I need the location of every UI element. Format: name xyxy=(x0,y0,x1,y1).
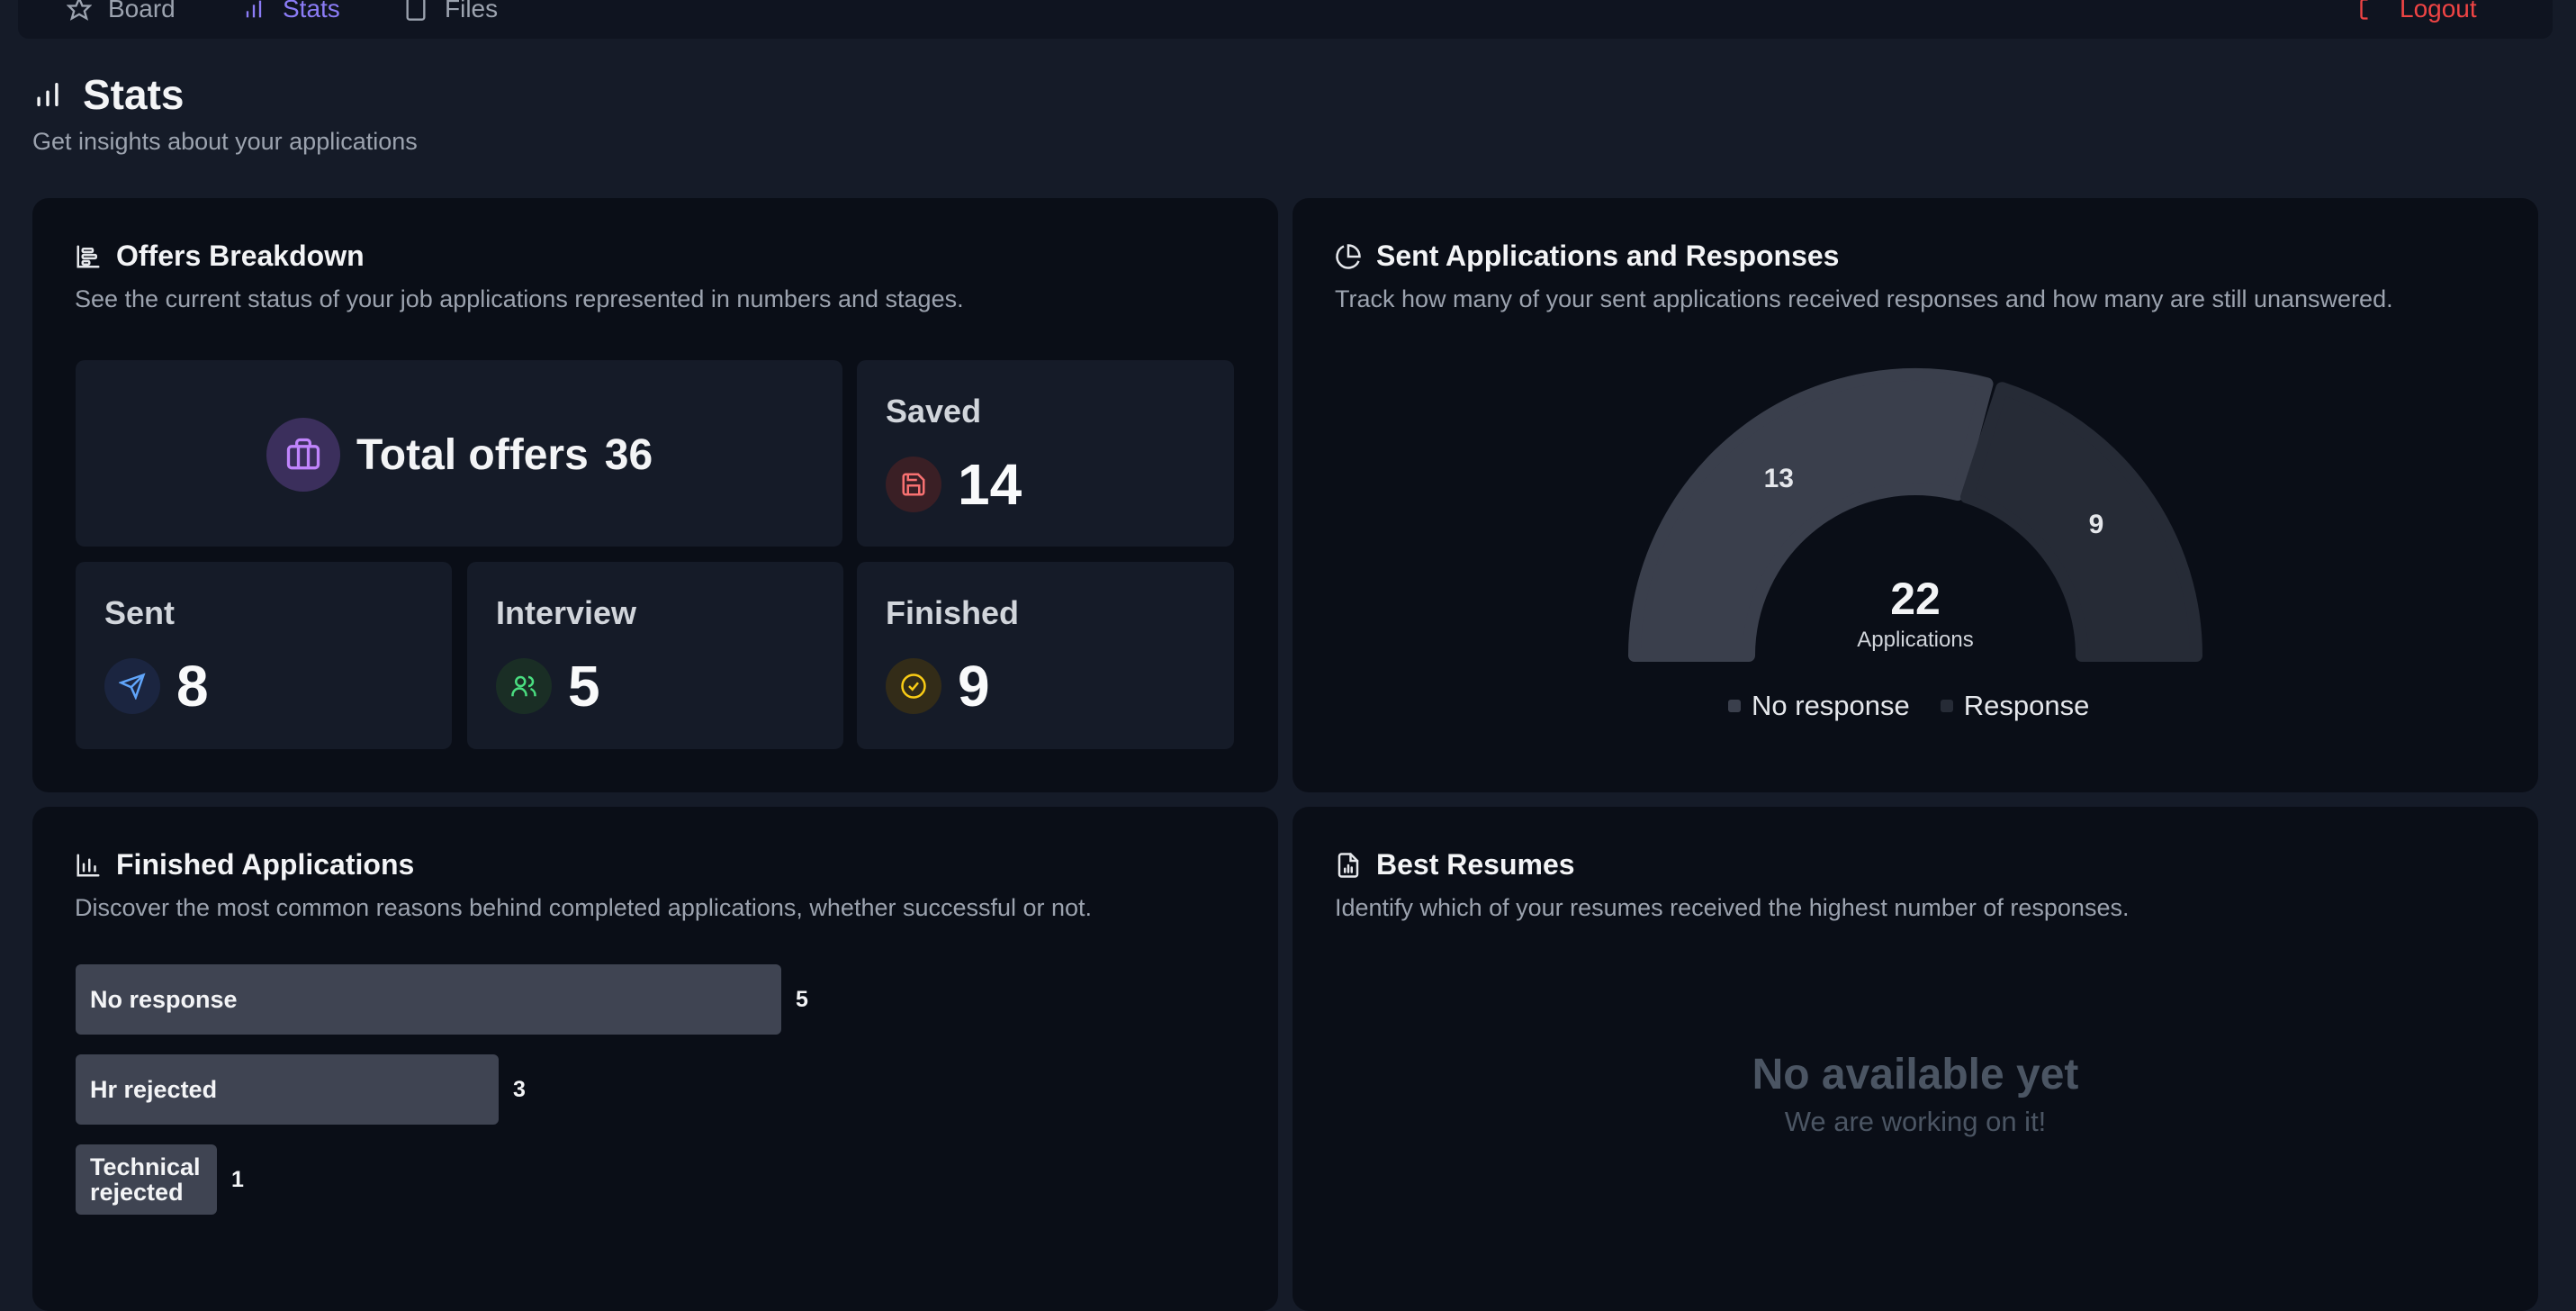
empty-state-title: No available yet xyxy=(1752,1051,2079,1099)
page-header: Stats Get insights about your applicatio… xyxy=(32,70,418,156)
legend-swatch xyxy=(1728,700,1741,712)
card-title: Sent Applications and Responses xyxy=(1335,240,2496,273)
bar-row: No response 5 xyxy=(76,964,808,1035)
bar-no-response[interactable]: No response xyxy=(76,964,781,1035)
bar-chart-icon xyxy=(77,854,100,876)
bar-value: 3 xyxy=(513,1076,526,1102)
saved-value: 14 xyxy=(958,452,1022,517)
top-navigation: Board Stats Files Logout xyxy=(18,0,2553,39)
list-chart-icon xyxy=(77,245,100,267)
interview-value-row: 5 xyxy=(496,657,600,715)
card-title: Best Resumes xyxy=(1335,848,2496,882)
page-title: Stats xyxy=(32,70,418,119)
check-circle-icon xyxy=(886,658,941,714)
radial-segment-response[interactable] xyxy=(1960,382,2202,662)
sent-tile: Sent 8 xyxy=(76,562,452,749)
bar-label: Technical rejected xyxy=(90,1153,201,1206)
interview-value: 5 xyxy=(568,654,600,719)
card-description: Track how many of your sent applications… xyxy=(1335,285,2393,312)
star-icon xyxy=(67,0,92,21)
briefcase-icon xyxy=(266,418,340,492)
file-icon xyxy=(406,0,426,21)
radial-center-value: 22 xyxy=(1890,574,1941,624)
bar-chart-icon xyxy=(246,0,262,18)
responses-radial-chart: 13 9 22 Applications xyxy=(1628,368,2202,662)
saved-label: Saved xyxy=(886,393,982,429)
responses-legend: No response Response xyxy=(1728,690,2089,722)
total-offers-tile: Total offers 36 xyxy=(76,360,842,547)
sent-label: Sent xyxy=(104,594,176,631)
bar-technical-rejected[interactable]: Technical rejected xyxy=(76,1144,217,1215)
nav-item-label: Files xyxy=(445,0,499,23)
card-title-text: Best Resumes xyxy=(1376,848,1575,881)
total-offers-label: Total offers xyxy=(356,430,589,479)
best-resumes-card: Best Resumes Identify which of your resu… xyxy=(1293,807,2538,1311)
legend-item-no-response: No response xyxy=(1728,690,1910,722)
bar-label: No response xyxy=(90,985,238,1013)
total-offers-value: 36 xyxy=(604,430,653,479)
logout-label: Logout xyxy=(2400,0,2477,23)
radial-center-label: Applications xyxy=(1857,628,1973,652)
bar-label: Hr rejected xyxy=(90,1075,218,1103)
nav-item-stats[interactable]: Stats xyxy=(241,0,340,23)
page-title-text: Stats xyxy=(83,71,185,118)
pie-chart-icon xyxy=(1336,243,1361,269)
save-icon xyxy=(886,457,941,512)
nav-item-label: Stats xyxy=(283,0,340,23)
card-title: Finished Applications xyxy=(75,848,1236,882)
card-description: Identify which of your resumes received … xyxy=(1335,894,2130,921)
legend-label: No response xyxy=(1752,690,1910,721)
bar-row: Hr rejected 3 xyxy=(76,1054,526,1125)
bar-hr-rejected[interactable]: Hr rejected xyxy=(76,1054,499,1125)
card-title: Offers Breakdown xyxy=(75,240,1236,273)
card-description: See the current status of your job appli… xyxy=(75,285,964,312)
empty-state-subtitle: We are working on it! xyxy=(1784,1106,2047,1137)
saved-tile: Saved 14 xyxy=(857,360,1234,547)
nav-item-label: Board xyxy=(108,0,176,23)
radial-segment-value: 9 xyxy=(2089,510,2104,539)
bar-value: 1 xyxy=(231,1166,244,1192)
bar-value: 5 xyxy=(796,986,808,1012)
legend-swatch xyxy=(1940,700,1953,712)
card-title-text: Finished Applications xyxy=(116,848,415,881)
users-icon xyxy=(496,658,552,714)
interview-label: Interview xyxy=(496,594,637,631)
card-title-text: Offers Breakdown xyxy=(116,240,365,272)
nav-item-board[interactable]: Board xyxy=(67,0,176,23)
legend-label: Response xyxy=(1963,690,2090,721)
send-icon xyxy=(104,658,160,714)
nav-item-files[interactable]: Files xyxy=(403,0,498,23)
page-subtitle: Get insights about your applications xyxy=(32,128,418,155)
saved-value-row: 14 xyxy=(886,456,1022,513)
document-chart-icon xyxy=(1338,852,1359,878)
finished-tile: Finished 9 xyxy=(857,562,1234,749)
interview-tile: Interview 5 xyxy=(467,562,843,749)
logout-icon xyxy=(2360,0,2368,20)
card-description: Discover the most common reasons behind … xyxy=(75,894,1093,921)
card-title-text: Sent Applications and Responses xyxy=(1376,240,1840,272)
sent-value-row: 8 xyxy=(104,657,209,715)
finished-value-row: 9 xyxy=(886,657,990,715)
logout-button[interactable]: Logout xyxy=(2358,0,2477,23)
finished-label: Finished xyxy=(886,594,1020,631)
bar-row: Technical rejected 1 xyxy=(76,1144,244,1215)
bar-chart-icon xyxy=(37,82,59,107)
legend-item-response: Response xyxy=(1940,690,2090,722)
total-offers-row: Total offers 36 xyxy=(266,418,653,492)
radial-segment-value: 13 xyxy=(1764,464,1794,493)
finished-value: 9 xyxy=(958,654,990,719)
sent-value: 8 xyxy=(176,654,209,719)
